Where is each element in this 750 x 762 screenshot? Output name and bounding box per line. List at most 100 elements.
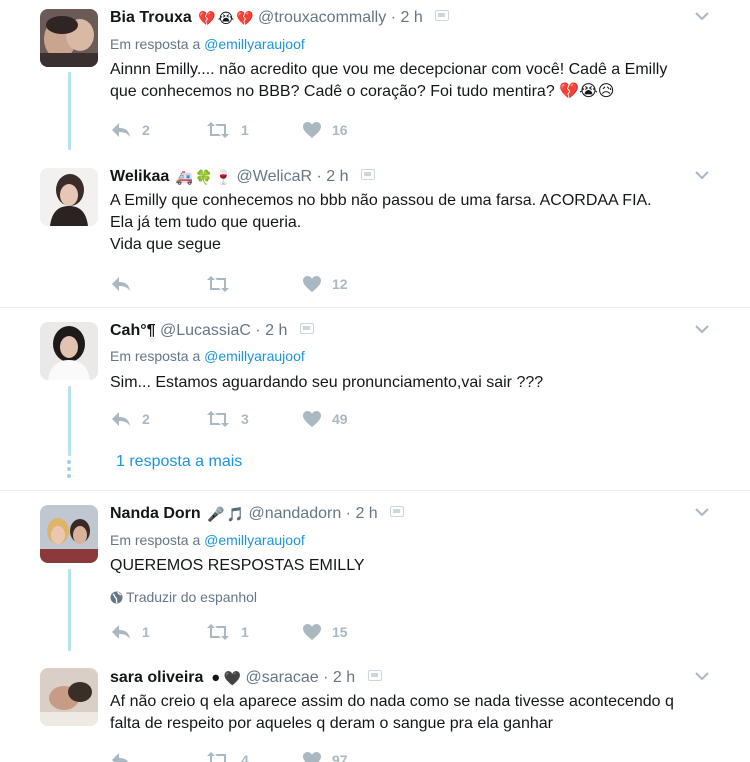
avatar[interactable]	[40, 322, 98, 380]
timestamp[interactable]: 2 h	[400, 9, 422, 26]
emoji: 💔	[236, 10, 254, 26]
display-name[interactable]: sara oliveira	[110, 669, 203, 686]
chevron-down-icon[interactable]	[694, 668, 710, 684]
retweet-button[interactable]	[205, 274, 241, 294]
text-line: Af não creio q ela aparece assim do nada…	[110, 693, 674, 710]
reply-button[interactable]: 2	[110, 409, 150, 429]
avatar[interactable]	[40, 168, 98, 226]
thread-line	[68, 72, 71, 150]
emoji: 💔	[198, 10, 216, 26]
like-count: 12	[332, 276, 348, 292]
reply-button[interactable]: 1	[110, 622, 150, 642]
emoji: 😭	[217, 10, 235, 26]
text-line: que conhecemos no BBB? Cadê o coração? F…	[110, 83, 615, 100]
reply-context: Em resposta a @emillyaraujoof	[110, 348, 305, 364]
reply-icon	[112, 412, 130, 426]
handle[interactable]: @WelicaR	[237, 168, 313, 185]
chevron-down-icon[interactable]	[694, 504, 710, 520]
timestamp[interactable]: 2 h	[333, 669, 355, 686]
handle[interactable]: @nandadorn	[248, 505, 341, 522]
heart-icon	[303, 624, 321, 640]
more-replies-link[interactable]: 1 resposta a mais	[116, 453, 242, 471]
tweet-text: Af não creio q ela aparece assim do nada…	[110, 691, 710, 735]
avatar[interactable]	[40, 668, 98, 726]
mention-link[interactable]: @emillyaraujoof	[204, 36, 305, 52]
like-count: 15	[332, 624, 348, 640]
chevron-down-icon[interactable]	[694, 167, 710, 183]
tweet-actions: 12	[110, 274, 410, 294]
text-line: QUEREMOS RESPOSTAS EMILLY	[110, 557, 365, 574]
tweet-header: Cah°¶ @LucassiaC · 2 h	[110, 321, 314, 341]
avatar[interactable]	[40, 9, 98, 67]
reply-icon	[112, 123, 130, 137]
reply-button[interactable]: 2	[110, 120, 150, 140]
text-line: falta de respeito por aqueles q deram o …	[110, 715, 553, 732]
tweet-text: QUEREMOS RESPOSTAS EMILLY	[110, 555, 710, 577]
emoji: 🎤	[207, 506, 225, 522]
tweet-actions: 4 97	[110, 750, 410, 762]
emoji: 🍷	[214, 169, 233, 185]
like-button[interactable]: 15	[302, 622, 348, 642]
display-name[interactable]: Bia Trouxa	[110, 9, 192, 26]
reply-button[interactable]	[110, 750, 142, 762]
translate-link[interactable]: Traduzir do espanhol	[110, 589, 257, 605]
timestamp[interactable]: 2 h	[326, 168, 348, 185]
reply-button[interactable]	[110, 274, 142, 294]
retweet-icon	[207, 624, 229, 640]
text-line: A Emilly que conhecemos no bbb não passo…	[110, 192, 652, 209]
separator: ·	[323, 669, 329, 686]
like-count: 16	[332, 122, 348, 138]
tweet-text: Sim... Estamos aguardando seu pronunciam…	[110, 372, 710, 394]
display-name[interactable]: Cah°¶	[110, 322, 156, 339]
separator: ·	[345, 505, 351, 522]
display-name[interactable]: Nanda Dorn	[110, 505, 201, 522]
tweet-actions: 2 1 16	[110, 120, 410, 140]
thread-line	[68, 569, 71, 651]
media-badge-icon	[390, 506, 405, 517]
emoji: 🖤	[223, 670, 242, 686]
reply-count: 2	[142, 411, 150, 427]
tweet-header: Welikaa 🚑 🍀 🍷 @WelicaR · 2 h	[110, 167, 375, 187]
reply-prefix: Em resposta a	[110, 348, 201, 364]
retweet-button[interactable]: 4	[205, 750, 249, 762]
text-line: Vida que segue	[110, 236, 221, 253]
reply-count: 1	[142, 624, 150, 640]
tweet[interactable]: Nanda Dorn 🎤 🎵 @nandadorn · 2 h Em respos…	[0, 491, 750, 651]
mention-link[interactable]: @emillyaraujoof	[204, 532, 305, 548]
emoji: 🚑	[175, 169, 194, 185]
text-line: Ainnn Emilly.... não acredito que vou me…	[110, 61, 668, 78]
tweet[interactable]: Welikaa 🚑 🍀 🍷 @WelicaR · 2 h A Emilly que …	[0, 150, 750, 307]
heart-icon	[303, 122, 321, 138]
avatar[interactable]	[40, 505, 98, 563]
reply-count: 2	[142, 122, 150, 138]
media-badge-icon	[360, 169, 375, 180]
tweet-text: A Emilly que conhecemos no bbb não passo…	[110, 190, 710, 256]
retweet-button[interactable]: 3	[205, 409, 249, 429]
handle[interactable]: @LucassiaC	[160, 322, 251, 339]
timestamp[interactable]: 2 h	[265, 322, 287, 339]
like-count: 49	[332, 411, 348, 427]
heart-icon	[303, 276, 321, 292]
like-button[interactable]: 97	[302, 750, 348, 762]
handle[interactable]: @trouxacommally	[258, 9, 386, 26]
retweet-count: 3	[241, 411, 249, 427]
tweet[interactable]: Cah°¶ @LucassiaC · 2 h Em resposta a @em…	[0, 308, 750, 490]
tweet[interactable]: Bia Trouxa 💔 😭 💔 @trouxacommally · 2 h Em …	[0, 0, 750, 150]
display-name[interactable]: Welikaa	[110, 168, 169, 185]
tweet-actions: 1 1 15	[110, 622, 410, 642]
separator: ·	[255, 322, 261, 339]
handle[interactable]: @saracae	[245, 669, 318, 686]
retweet-button[interactable]: 1	[205, 622, 249, 642]
like-button[interactable]: 12	[302, 274, 348, 294]
tweet[interactable]: sara oliveira ⚫ 🖤 @saracae · 2 h Af não c…	[0, 651, 750, 762]
chevron-down-icon[interactable]	[694, 321, 710, 337]
like-button[interactable]: 49	[302, 409, 348, 429]
retweet-button[interactable]: 1	[205, 120, 249, 140]
heart-icon	[303, 752, 321, 762]
chevron-down-icon[interactable]	[694, 8, 710, 24]
mention-link[interactable]: @emillyaraujoof	[204, 348, 305, 364]
media-badge-icon	[367, 670, 382, 681]
tweet-header: sara oliveira ⚫ 🖤 @saracae · 2 h	[110, 668, 382, 688]
timestamp[interactable]: 2 h	[355, 505, 377, 522]
like-button[interactable]: 16	[302, 120, 348, 140]
